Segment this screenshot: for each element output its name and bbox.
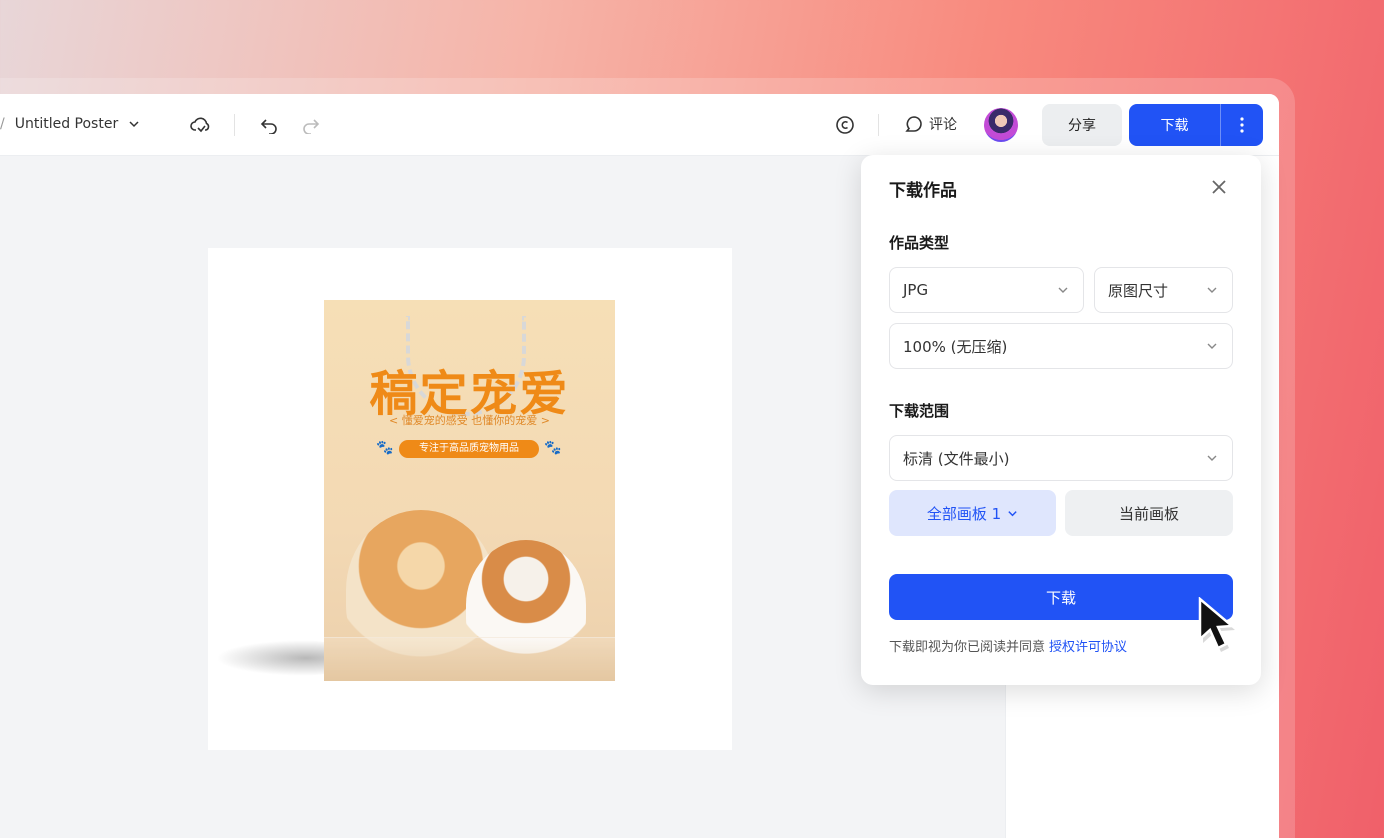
comment-label: 评论 (929, 117, 957, 133)
size-select[interactable]: 原图尺寸 (1094, 267, 1233, 313)
chevron-down-icon[interactable] (128, 118, 140, 130)
download-split-button: 下载 (1129, 104, 1263, 146)
all-boards-tab[interactable]: 全部画板 1 (889, 490, 1056, 536)
toolbar-divider (234, 114, 235, 136)
license-link[interactable]: 授权许可协议 (1049, 640, 1127, 655)
chevron-down-icon (1207, 455, 1217, 461)
size-value: 原图尺寸 (1108, 281, 1169, 300)
share-button[interactable]: 分享 (1042, 104, 1122, 146)
confirm-download-button[interactable]: 下载 (889, 574, 1233, 620)
comment-button[interactable]: 评论 (905, 114, 957, 134)
format-select[interactable]: JPG (889, 267, 1084, 313)
cloud-sync-icon[interactable] (188, 112, 214, 138)
toolbar-divider (878, 114, 879, 136)
breadcrumb: / Untitled Poster (0, 116, 140, 132)
paw-icon: 🐾 (376, 440, 394, 456)
range-section-label: 下载范围 (889, 402, 950, 420)
poster-bag-image[interactable]: 稿定宠爱 < 懂爱宠的感受 也懂你的宠爱 > 🐾 专注于高品质宠物用品 🐾 (324, 300, 615, 681)
format-value: JPG (903, 281, 929, 299)
poster-subline: < 懂爱宠的感受 也懂你的宠爱 > (389, 414, 550, 427)
close-icon[interactable] (1209, 177, 1229, 197)
all-boards-label: 全部画板 1 (926, 504, 1002, 523)
popover-title: 下载作品 (889, 181, 957, 201)
type-section-label: 作品类型 (889, 234, 950, 252)
document-title[interactable]: Untitled Poster (15, 116, 119, 132)
paw-icon: 🐾 (544, 440, 562, 456)
avatar[interactable] (984, 108, 1018, 142)
comment-icon (905, 116, 922, 132)
bag-floor (324, 637, 615, 681)
mouse-cursor-icon (1198, 597, 1236, 652)
chevron-down-icon (1207, 343, 1217, 349)
agreement-note: 下载即视为你已阅读并同意 授权许可协议 (889, 636, 1127, 655)
more-options-icon[interactable] (1220, 104, 1263, 146)
quality-value: 100% (无压缩) (903, 337, 1008, 356)
copyright-icon[interactable] (832, 112, 858, 138)
chevron-down-icon (1008, 510, 1017, 516)
download-button[interactable]: 下载 (1129, 104, 1220, 146)
top-toolbar: / Untitled Poster 评论 分享 下载 (0, 94, 1279, 156)
agreement-text: 下载即视为你已阅读并同意 (889, 640, 1046, 655)
resolution-value: 标清 (文件最小) (903, 449, 1010, 468)
chevron-down-icon (1058, 287, 1068, 293)
breadcrumb-separator: / (0, 116, 5, 132)
chevron-down-icon (1207, 287, 1217, 293)
design-canvas[interactable]: 稿定宠爱 < 懂爱宠的感受 也懂你的宠爱 > 🐾 专注于高品质宠物用品 🐾 (0, 156, 1005, 838)
quality-select[interactable]: 100% (无压缩) (889, 323, 1233, 369)
current-board-tab[interactable]: 当前画板 (1065, 490, 1233, 536)
undo-icon[interactable] (256, 112, 282, 138)
poster-pill: 专注于高品质宠物用品 (399, 440, 539, 458)
redo-icon[interactable] (298, 112, 324, 138)
artboard[interactable]: 稿定宠爱 < 懂爱宠的感受 也懂你的宠爱 > 🐾 专注于高品质宠物用品 🐾 (208, 248, 732, 750)
resolution-select[interactable]: 标清 (文件最小) (889, 435, 1233, 481)
